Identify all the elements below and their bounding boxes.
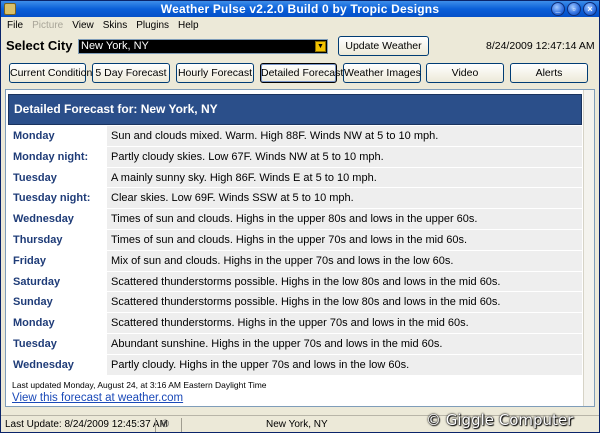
forecast-row: Wednesday Partly cloudy. Highs in the upp… <box>8 354 582 376</box>
tab-current-conditions[interactable]: Current Conditions <box>9 63 98 83</box>
satellite-icon: ✆ <box>161 419 170 430</box>
watermark: © Giggle Computer <box>426 411 574 429</box>
last-updated-text: Last updated Monday, August 24, at 3:16 … <box>12 380 267 390</box>
forecast-day: Wednesday <box>13 213 74 226</box>
window-title: Weather Pulse v2.2.0 Build 0 by Tropic D… <box>160 2 440 16</box>
menu-bar: File Picture View Skins Plugins Help <box>1 17 599 33</box>
forecast-text: Partly cloudy skies. Low 67F. Winds NW a… <box>107 146 582 167</box>
status-divider <box>181 418 182 432</box>
forecast-row: Tuesday Abundant sunshine. Highs in the u… <box>8 333 582 355</box>
forecast-day: Thursday <box>13 233 63 246</box>
menu-skins[interactable]: Skins <box>103 20 127 31</box>
select-city-label: Select City <box>6 38 73 53</box>
tab-weather-images[interactable]: Weather Images <box>343 63 421 83</box>
forecast-text: Scattered thunderstorms. Highs in the up… <box>107 313 582 333</box>
forecast-day: Tuesday <box>13 171 57 184</box>
forecast-day: Tuesday <box>13 337 57 350</box>
minimize-icon[interactable]: _ <box>551 2 565 16</box>
forecast-row: Saturday Scattered thunderstorms possible… <box>8 271 582 293</box>
title-bar[interactable]: Weather Pulse v2.2.0 Build 0 by Tropic D… <box>1 1 599 17</box>
menu-picture[interactable]: Picture <box>32 20 63 31</box>
close-icon[interactable]: × <box>583 2 597 16</box>
forecast-text: Times of sun and clouds. Highs in the up… <box>107 229 582 250</box>
tab-hourly-forecast[interactable]: Hourly Forecast <box>176 63 254 83</box>
tab-alerts[interactable]: Alerts <box>510 63 588 83</box>
tab-video[interactable]: Video <box>426 63 504 83</box>
forecast-row: Sunday Scattered thunderstorms possible. … <box>8 292 582 314</box>
current-datetime: 8/24/2009 12:47:14 AM <box>486 40 595 52</box>
forecast-row: Wednesday Times of sun and clouds. Highs … <box>8 209 582 230</box>
forecast-row: Monday night: Partly cloudy skies. Low 67… <box>8 146 582 168</box>
forecast-day: Sunday <box>13 296 53 309</box>
forecast-row: Monday Sun and clouds mixed. Warm. High 8… <box>8 126 582 147</box>
forecast-day: Tuesday night: <box>13 192 91 205</box>
forecast-text: Mix of sun and clouds. Highs in the uppe… <box>107 250 582 271</box>
update-weather-button[interactable]: Update Weather <box>338 36 429 56</box>
forecast-day: Friday <box>13 254 47 267</box>
forecast-day: Wednesday <box>13 358 74 371</box>
forecast-text: Clear skies. Low 69F. Winds SSW at 5 to … <box>107 188 582 209</box>
forecast-row: Tuesday night: Clear skies. Low 69F. Wind… <box>8 188 582 210</box>
menu-view[interactable]: View <box>72 20 94 31</box>
forecast-row: Thursday Times of sun and clouds. Highs i… <box>8 229 582 251</box>
forecast-text: Times of sun and clouds. Highs in the up… <box>107 209 582 229</box>
chevron-down-icon[interactable]: ▼ <box>315 41 326 52</box>
forecast-header: Detailed Forecast for: New York, NY <box>8 94 582 125</box>
status-city: New York, NY <box>266 419 328 430</box>
forecast-row: Monday Scattered thunderstorms. Highs in … <box>8 313 582 334</box>
weather-com-link[interactable]: View this forecast at weather.com <box>12 392 183 404</box>
restore-icon[interactable]: ▫ <box>567 2 581 16</box>
app-window: Weather Pulse v2.2.0 Build 0 by Tropic D… <box>0 0 600 433</box>
forecast-text: Abundant sunshine. Highs in the upper 70… <box>107 333 582 354</box>
tab-detailed-forecast[interactable]: Detailed Forecast <box>260 63 343 83</box>
forecast-text: Scattered thunderstorms possible. Highs … <box>107 271 582 292</box>
forecast-text: Sun and clouds mixed. Warm. High 88F. Wi… <box>107 126 582 146</box>
forecast-text: Partly cloudy. Highs in the upper 70s an… <box>107 354 582 375</box>
forecast-day: Saturday <box>13 275 61 288</box>
city-dropdown[interactable]: New York, NY ▼ <box>78 39 328 54</box>
forecast-list: Monday Sun and clouds mixed. Warm. High 8… <box>8 126 582 376</box>
forecast-panel: Detailed Forecast for: New York, NY Mond… <box>5 89 595 407</box>
forecast-day: Monday <box>13 317 55 330</box>
window-controls: _ ▫ × <box>551 2 597 16</box>
forecast-day: Monday night: <box>13 150 89 163</box>
status-divider <box>155 418 156 432</box>
forecast-text: A mainly sunny sky. High 86F. Winds E at… <box>107 167 582 188</box>
menu-file[interactable]: File <box>7 20 23 31</box>
city-dropdown-value: New York, NY <box>81 40 149 52</box>
tab-5-day-forecast[interactable]: 5 Day Forecast <box>92 63 170 83</box>
forecast-text: Scattered thunderstorms possible. Highs … <box>107 292 582 313</box>
forecast-day: Monday <box>13 130 55 142</box>
menu-help[interactable]: Help <box>178 20 199 31</box>
forecast-row: Tuesday A mainly sunny sky. High 86F. Win… <box>8 167 582 189</box>
scrollbar[interactable] <box>583 90 594 406</box>
forecast-row: Friday Mix of sun and clouds. Highs in th… <box>8 250 582 272</box>
menu-plugins[interactable]: Plugins <box>136 20 169 31</box>
status-last-update: Last Update: 8/24/2009 12:45:37 AM <box>5 419 168 430</box>
